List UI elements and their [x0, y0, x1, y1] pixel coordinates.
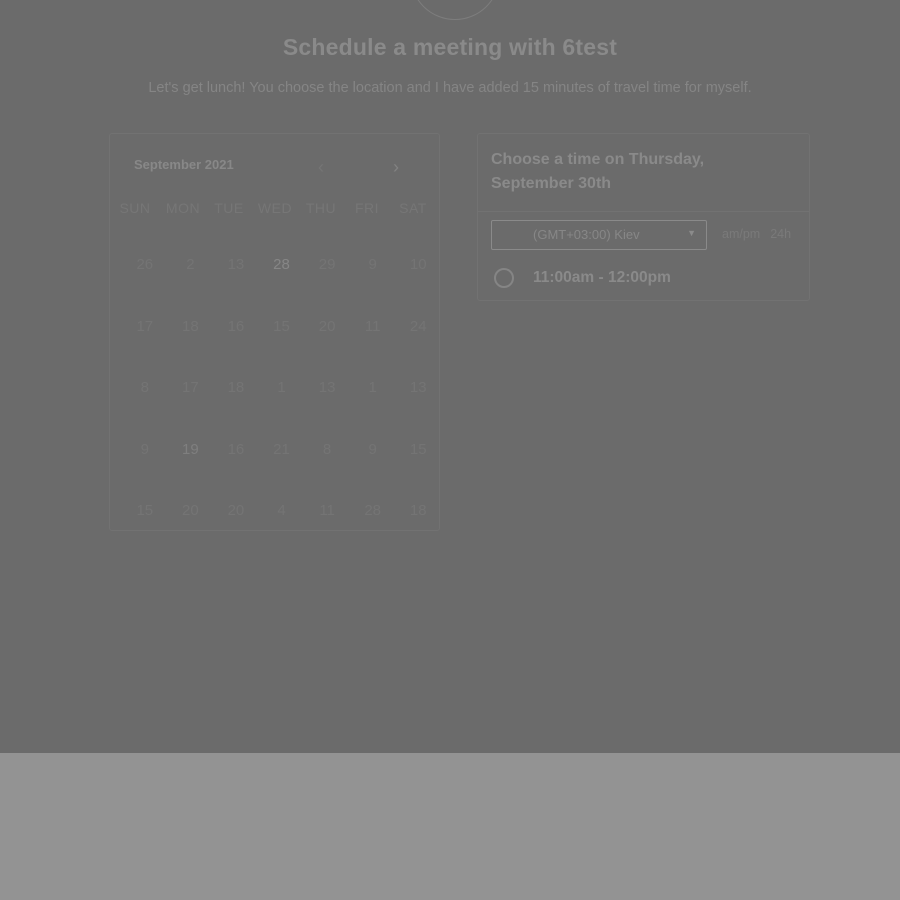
calendar-day[interactable]: 20 [213, 502, 259, 519]
weekday-label: FRI [354, 200, 380, 216]
weekday-label: THU [305, 200, 337, 216]
calendar-day[interactable]: 17 [122, 318, 168, 335]
weekday-header-row: SUN MON TUE WED THU FRI SAT [110, 200, 441, 216]
calendar-grid: 26 2 13 28 29 9 10 17 18 16 15 20 11 24 … [122, 234, 441, 542]
calendar-week: 9 19 16 21 8 9 15 [122, 419, 441, 481]
calendar-week: 8 17 18 1 13 1 13 [122, 357, 441, 419]
chevron-left-icon[interactable]: ‹ [311, 156, 331, 178]
calendar-day[interactable]: 8 [304, 441, 350, 458]
calendar-day[interactable]: 28 [350, 502, 396, 519]
calendar-day[interactable]: 15 [259, 318, 305, 335]
calendar-week: 26 2 13 28 29 9 10 [122, 234, 441, 296]
calendar-week: 17 18 16 15 20 11 24 [122, 296, 441, 358]
calendar-day[interactable]: 26 [122, 256, 168, 273]
weekday-label: SUN [119, 200, 151, 216]
calendar-day[interactable]: 13 [213, 256, 259, 273]
calendar-day[interactable]: 29 [304, 256, 350, 273]
radio-button[interactable] [494, 268, 514, 288]
calendar-day[interactable]: 9 [350, 256, 396, 273]
divider [478, 211, 809, 212]
calendar-day[interactable]: 13 [395, 379, 441, 396]
calendar-day[interactable]: 15 [122, 502, 168, 519]
calendar-day[interactable]: 28 [259, 256, 305, 273]
avatar [410, 0, 500, 20]
calendar-day[interactable]: 9 [122, 441, 168, 458]
calendar-day[interactable]: 1 [350, 379, 396, 396]
calendar-day[interactable]: 24 [395, 318, 441, 335]
time-slot-label: 11:00am - 12:00pm [533, 269, 671, 286]
date-picker-calendar: September 2021 ‹ › SUN MON TUE WED THU F… [109, 133, 440, 531]
calendar-day[interactable]: 16 [213, 441, 259, 458]
calendar-day[interactable]: 2 [168, 256, 214, 273]
page-title: Schedule a meeting with 6test [282, 34, 618, 60]
calendar-day[interactable]: 18 [213, 379, 259, 396]
calendar-day[interactable]: 11 [304, 502, 350, 519]
calendar-day[interactable]: 19 [168, 441, 214, 458]
calendar-day[interactable]: 11 [350, 318, 396, 335]
weekday-label: TUE [214, 200, 244, 216]
month-label: September 2021 [134, 157, 234, 172]
calendar-day[interactable]: 20 [168, 502, 214, 519]
calendar-day[interactable]: 4 [259, 502, 305, 519]
chevron-right-icon[interactable]: › [386, 156, 406, 178]
calendar-day[interactable]: 21 [259, 441, 305, 458]
time-slot-option[interactable]: 11:00am - 12:00pm [494, 268, 671, 288]
calendar-day[interactable]: 9 [350, 441, 396, 458]
page-subtitle: Let's get lunch! You choose the location… [148, 80, 752, 96]
weekday-label: SAT [399, 200, 427, 216]
format-ampm-option[interactable]: am/pm [722, 227, 760, 241]
calendar-day[interactable]: 18 [168, 318, 214, 335]
calendar-day[interactable]: 10 [395, 256, 441, 273]
format-24h-option[interactable]: 24h [770, 227, 791, 241]
calendar-day[interactable]: 16 [213, 318, 259, 335]
page-footer-band [0, 753, 900, 900]
weekday-label: WED [257, 200, 293, 216]
calendar-day[interactable]: 18 [395, 502, 441, 519]
calendar-week: 15 20 20 4 11 28 18 [122, 480, 441, 542]
calendar-day[interactable]: 13 [304, 379, 350, 396]
timezone-select[interactable]: (GMT+03:00) Kiev ▼ [491, 220, 707, 250]
calendar-day[interactable]: 17 [168, 379, 214, 396]
calendar-day[interactable]: 15 [395, 441, 441, 458]
calendar-day[interactable]: 20 [304, 318, 350, 335]
caret-down-icon: ▼ [687, 228, 696, 238]
calendar-day[interactable]: 1 [259, 379, 305, 396]
time-format-toggle: am/pm 24h [722, 227, 791, 241]
timezone-value: (GMT+03:00) Kiev [533, 227, 640, 242]
time-panel-heading: Choose a time on Thursday, September 30t… [491, 151, 705, 192]
weekday-label: MON [165, 200, 201, 216]
calendar-day[interactable]: 8 [122, 379, 168, 396]
time-selection-panel: Choose a time on Thursday, September 30t… [477, 133, 810, 301]
